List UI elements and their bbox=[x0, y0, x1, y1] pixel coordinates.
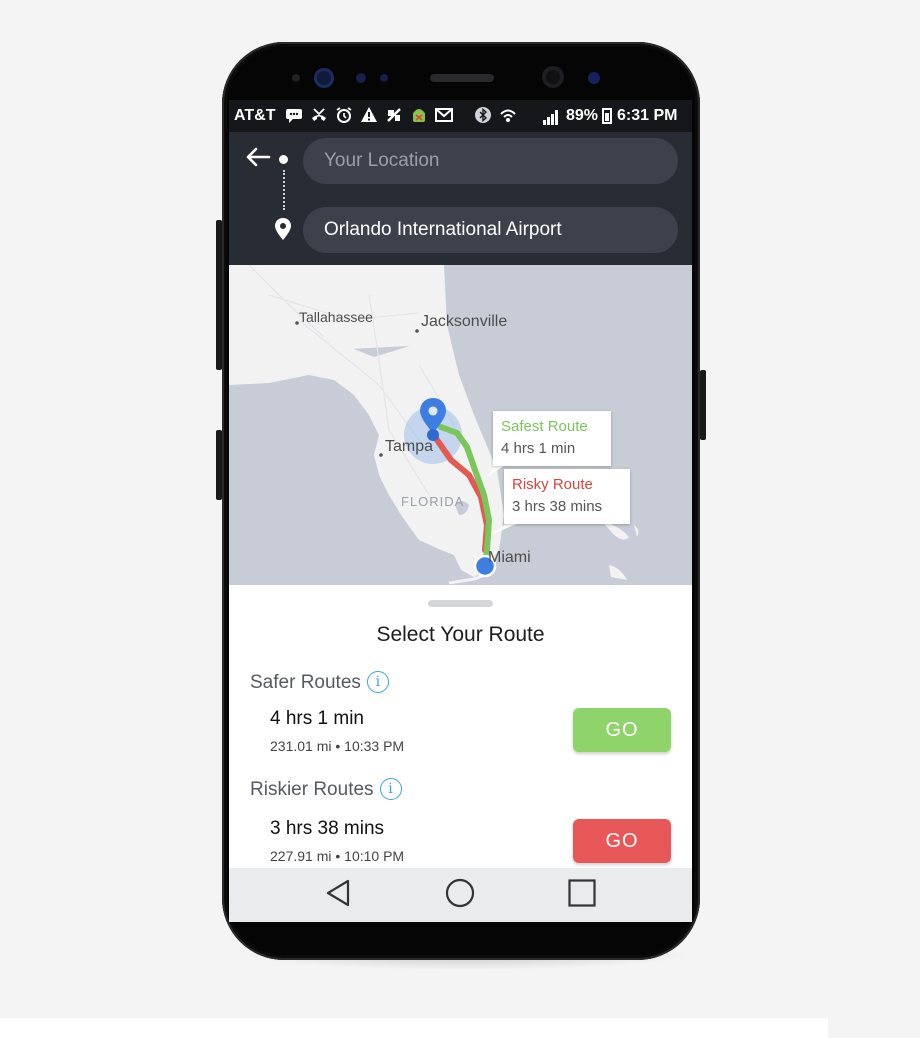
notification-icons bbox=[285, 106, 517, 124]
battery-percent: 89% bbox=[566, 107, 599, 124]
riskier-route-meta: 227.91 mi • 10:10 PM bbox=[270, 848, 405, 864]
bluetooth-icon bbox=[474, 106, 492, 124]
safer-go-button[interactable]: GO bbox=[573, 708, 671, 752]
back-arrow-icon[interactable] bbox=[245, 146, 271, 172]
route-header: Your Location Orlando International Airp… bbox=[229, 132, 692, 265]
info-icon[interactable]: i bbox=[366, 671, 389, 693]
safest-route-callout[interactable]: Safest Route 4 hrs 1 min bbox=[493, 411, 611, 466]
riskier-route-time: 3 hrs 38 mins bbox=[270, 818, 385, 839]
nav-back-button[interactable] bbox=[308, 868, 368, 922]
android-icon bbox=[410, 106, 428, 124]
signal-icon bbox=[543, 109, 561, 125]
risky-route-title: Risky Route bbox=[512, 476, 593, 493]
clock: 6:31 PM bbox=[617, 107, 678, 124]
nav-recents-button[interactable] bbox=[552, 868, 612, 922]
sheet-title: Select Your Route bbox=[376, 623, 545, 646]
destination-input[interactable]: Orlando International Airport bbox=[303, 207, 678, 253]
alarm-icon bbox=[335, 106, 353, 124]
carrier-label: AT&T bbox=[234, 107, 276, 124]
risky-route-time: 3 hrs 38 mins bbox=[512, 498, 603, 515]
status-bar: AT&T 89% 6:31 PM bbox=[229, 100, 692, 132]
drag-handle[interactable] bbox=[428, 600, 493, 607]
route-connector bbox=[283, 170, 285, 210]
origin-dot-icon bbox=[279, 155, 288, 164]
city-label-jacksonville: Jacksonville bbox=[421, 313, 508, 330]
city-label-tallahassee: Tallahassee bbox=[299, 309, 373, 325]
land-bahamas-3 bbox=[609, 565, 627, 580]
risky-route-callout[interactable]: Risky Route 3 hrs 38 mins bbox=[504, 469, 630, 524]
land-gulf-coast bbox=[229, 265, 429, 350]
city-label-tampa: Tampa bbox=[385, 438, 434, 455]
riskier-routes-label: Riskier Routes bbox=[250, 779, 374, 800]
proximity-sensor bbox=[292, 74, 300, 82]
nav-home-button[interactable] bbox=[430, 868, 490, 922]
earpiece-speaker bbox=[430, 74, 494, 82]
ir-sensor bbox=[380, 74, 388, 82]
page-bottom-strip bbox=[0, 1018, 828, 1038]
no-signal-icon bbox=[385, 106, 403, 124]
land-bahamas-2 bbox=[634, 525, 639, 537]
safer-routes-label: Safer Routes bbox=[250, 672, 361, 693]
power-button[interactable] bbox=[700, 370, 706, 440]
riskier-routes-heading: Riskier Routes i bbox=[250, 778, 402, 801]
safer-routes-heading: Safer Routes i bbox=[250, 671, 389, 694]
route-sheet: Select Your Route Safer Routes i 4 hrs 1 … bbox=[229, 585, 692, 868]
missed-call-icon bbox=[310, 106, 328, 124]
iris-scanner bbox=[314, 68, 334, 88]
destination-pin-icon bbox=[275, 218, 291, 245]
state-label: FLORIDA bbox=[401, 494, 465, 509]
light-sensor bbox=[356, 73, 366, 83]
warning-icon bbox=[360, 106, 378, 124]
message-icon bbox=[285, 106, 303, 124]
home-icon bbox=[445, 878, 475, 913]
phone-screen: AT&T 89% 6:31 PM Your Location Orlando I… bbox=[229, 100, 692, 922]
route-map[interactable]: Tallahassee Jacksonville Tampa Miami FLO… bbox=[229, 265, 692, 585]
safer-route-time: 4 hrs 1 min bbox=[270, 708, 364, 729]
iris-led bbox=[588, 72, 600, 84]
safer-route-meta: 231.01 mi • 10:33 PM bbox=[270, 738, 405, 754]
recents-icon bbox=[568, 878, 596, 912]
back-icon bbox=[325, 879, 351, 912]
origin-input[interactable]: Your Location bbox=[303, 138, 678, 184]
mail-icon bbox=[435, 106, 453, 124]
safest-route-time: 4 hrs 1 min bbox=[501, 440, 576, 457]
lte-icon bbox=[499, 106, 517, 124]
info-icon[interactable]: i bbox=[379, 778, 402, 800]
front-camera bbox=[542, 66, 564, 88]
battery-icon bbox=[602, 108, 612, 124]
safest-route-title: Safest Route bbox=[501, 418, 588, 435]
city-label-miami: Miami bbox=[488, 549, 531, 566]
android-nav-bar bbox=[229, 868, 692, 922]
riskier-go-button[interactable]: GO bbox=[573, 819, 671, 863]
